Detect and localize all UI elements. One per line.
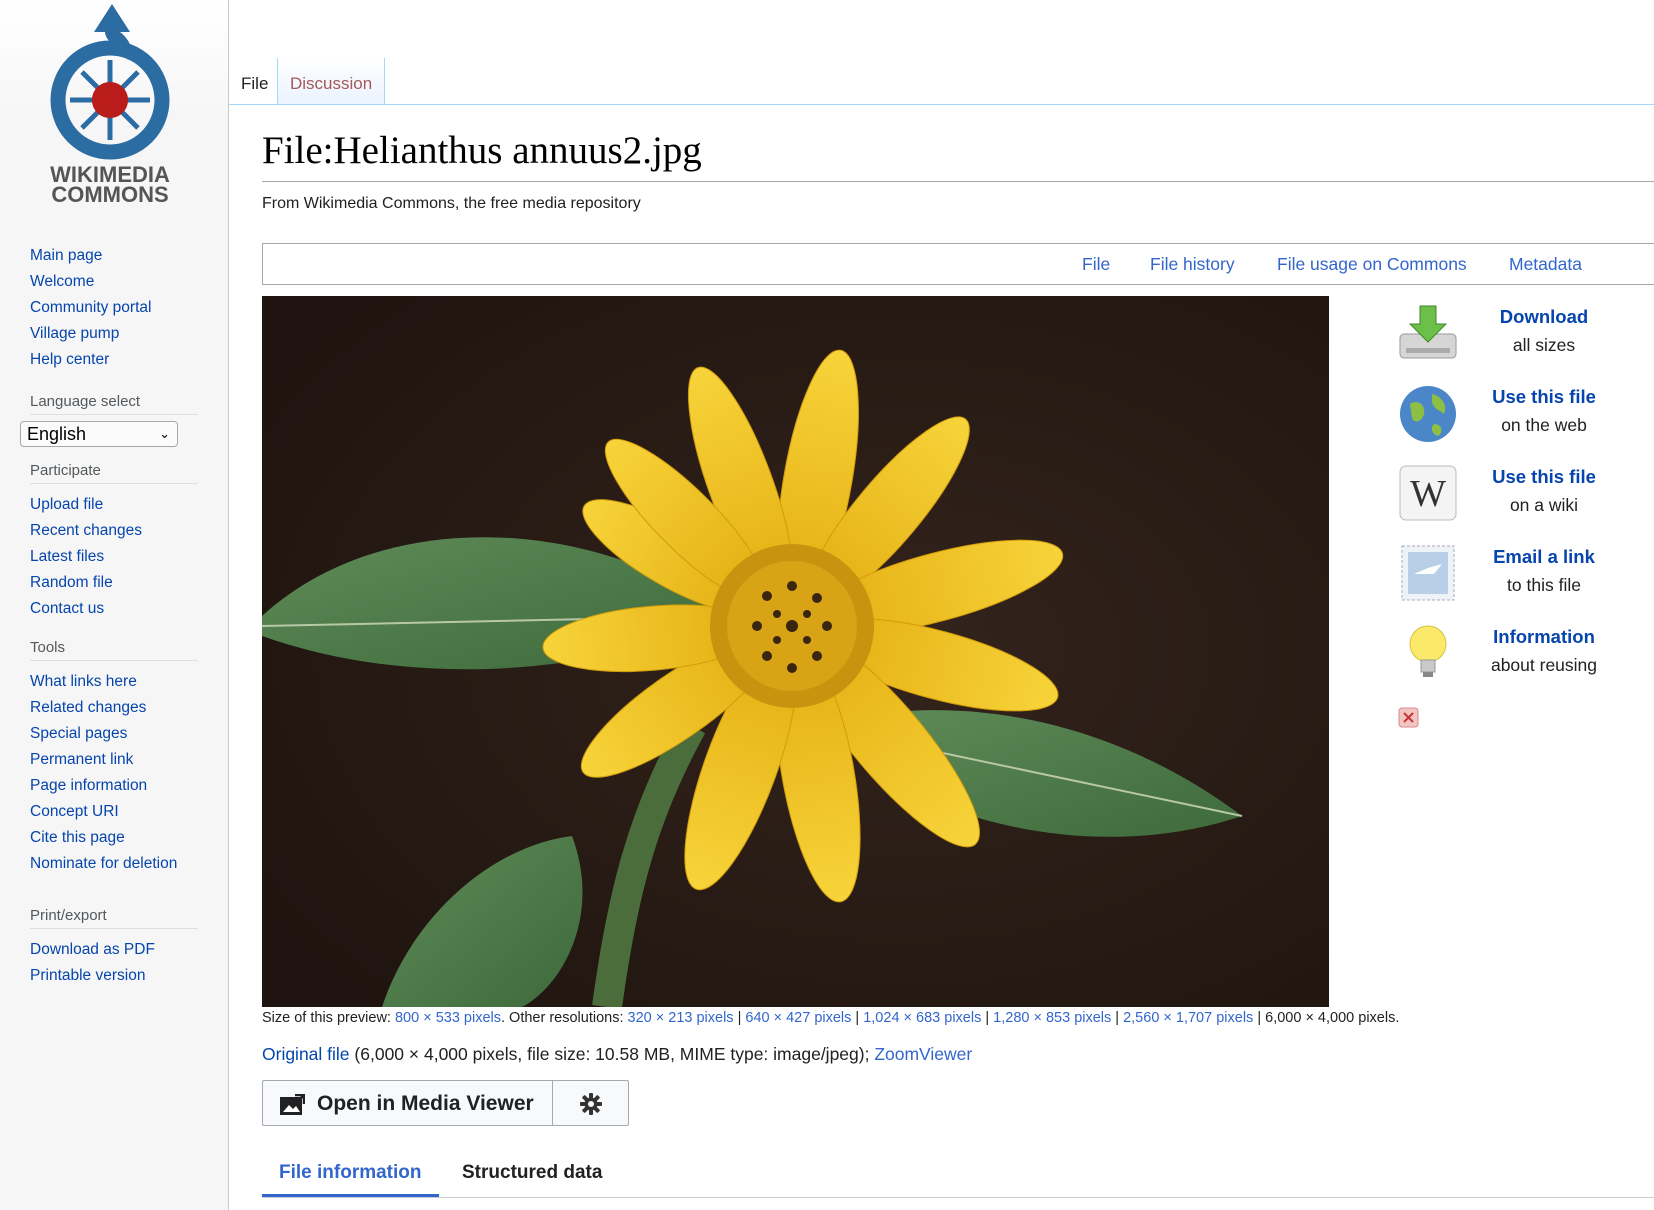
navigation-portal: Main page Welcome Community portal Villa… xyxy=(30,243,202,373)
nav-contact-us[interactable]: Contact us xyxy=(30,596,202,622)
download-icon xyxy=(1399,305,1457,359)
close-icon[interactable] xyxy=(1398,707,1419,728)
email-title: Email a link xyxy=(1493,546,1595,567)
file-preview-image[interactable] xyxy=(262,296,1329,1007)
resolution-link-2560[interactable]: 2,560 × 1,707 pixels xyxy=(1123,1010,1253,1026)
tool-cite-this-page[interactable]: Cite this page xyxy=(30,825,202,851)
print-heading: Print/export xyxy=(30,907,198,929)
gear-icon xyxy=(580,1093,602,1115)
tab-file[interactable]: File xyxy=(229,58,281,104)
use-on-wiki-button[interactable]: W Use this file on a wiki xyxy=(1396,460,1626,530)
use-wiki-title: Use this file xyxy=(1492,466,1596,487)
print-printable-version[interactable]: Printable version xyxy=(30,963,202,989)
chevron-down-icon: ⌄ xyxy=(159,426,170,441)
print-download-pdf[interactable]: Download as PDF xyxy=(30,937,202,963)
nav-village-pump[interactable]: Village pump xyxy=(30,321,202,347)
original-file-details: (6,000 × 4,000 pixels, file size: 10.58 … xyxy=(349,1044,875,1064)
information-subtitle: about reusing xyxy=(1490,655,1598,675)
title-divider xyxy=(262,181,1654,182)
tools-heading: Tools xyxy=(30,639,198,661)
email-subtitle: to this file xyxy=(1507,575,1581,595)
sidebar: WIKIMEDIA COMMONS Main page Welcome Comm… xyxy=(0,0,229,1210)
tool-related-changes[interactable]: Related changes xyxy=(30,695,202,721)
file-info-tabs: File information Structured data xyxy=(262,1152,1654,1198)
language-portal: Language select xyxy=(30,393,202,423)
use-wiki-subtitle: on a wiki xyxy=(1509,495,1579,515)
tab-structured-data[interactable]: Structured data xyxy=(462,1162,602,1194)
image-expand-icon xyxy=(280,1094,305,1115)
print-portal: Print/export Download as PDF Printable v… xyxy=(30,907,202,989)
email-link-button[interactable]: Email a link to this file xyxy=(1396,540,1626,610)
toc-file-link[interactable]: File xyxy=(1082,254,1110,275)
page-title: File:Helianthus annuus2.jpg xyxy=(262,129,702,172)
toc-file-history-link[interactable]: File history xyxy=(1150,254,1235,275)
nav-random-file[interactable]: Random file xyxy=(30,570,202,596)
resolution-link-1024[interactable]: 1,024 × 683 pixels xyxy=(863,1010,981,1026)
nav-latest-files[interactable]: Latest files xyxy=(30,544,202,570)
language-select[interactable]: English ⌄ xyxy=(20,421,178,447)
tool-concept-uri[interactable]: Concept URI xyxy=(30,799,202,825)
tab-discussion[interactable]: Discussion xyxy=(277,58,386,104)
nav-main-page[interactable]: Main page xyxy=(30,243,202,269)
tab-file-information[interactable]: File information xyxy=(262,1162,438,1197)
toc-file-usage-link[interactable]: File usage on Commons xyxy=(1277,254,1467,275)
download-subtitle: all sizes xyxy=(1512,335,1576,355)
site-tagline: From Wikimedia Commons, the free media r… xyxy=(262,195,641,212)
language-heading: Language select xyxy=(30,393,198,415)
page-tabs: File Discussion xyxy=(229,58,1654,105)
open-media-viewer-button[interactable]: Open in Media Viewer xyxy=(262,1080,553,1126)
commons-logo-mark xyxy=(50,4,170,160)
download-all-sizes-button[interactable]: Download all sizes xyxy=(1396,300,1626,370)
use-web-title: Use this file xyxy=(1492,386,1596,407)
lightbulb-icon xyxy=(1409,625,1447,677)
tool-special-pages[interactable]: Special pages xyxy=(30,721,202,747)
resolution-link-1280[interactable]: 1,280 × 853 pixels xyxy=(993,1010,1111,1026)
tool-what-links-here[interactable]: What links here xyxy=(30,669,202,695)
original-file-link[interactable]: Original file xyxy=(262,1044,350,1064)
wikimedia-commons-logo[interactable]: WIKIMEDIA COMMONS xyxy=(32,2,192,208)
wikipedia-icon: W xyxy=(1399,465,1457,521)
logo-line2: COMMONS xyxy=(51,182,168,207)
preview-prefix: Size of this preview: xyxy=(262,1010,395,1026)
use-on-web-button[interactable]: Use this file on the web xyxy=(1396,380,1626,450)
nav-help-center[interactable]: Help center xyxy=(30,347,202,373)
media-viewer-group: Open in Media Viewer xyxy=(262,1080,629,1126)
nav-recent-changes[interactable]: Recent changes xyxy=(30,518,202,544)
information-reusing-button[interactable]: Information about reusing xyxy=(1396,620,1626,690)
svg-text:W: W xyxy=(1410,473,1446,515)
preview-size-link[interactable]: 800 × 533 pixels xyxy=(395,1010,501,1026)
information-title: Information xyxy=(1493,626,1595,647)
use-web-subtitle: on the web xyxy=(1501,415,1587,435)
email-stamp-icon xyxy=(1401,545,1455,601)
media-viewer-settings-button[interactable] xyxy=(552,1080,629,1126)
nav-welcome[interactable]: Welcome xyxy=(30,269,202,295)
participate-portal: Participate Upload file Recent changes L… xyxy=(30,462,202,622)
toc-metadata-link[interactable]: Metadata xyxy=(1509,254,1582,275)
original-file-line: Original file (6,000 × 4,000 pixels, fil… xyxy=(262,1044,972,1065)
tool-nominate-for-deletion[interactable]: Nominate for deletion xyxy=(30,851,202,877)
resolution-link-640[interactable]: 640 × 427 pixels xyxy=(745,1010,851,1026)
language-select-value: English xyxy=(27,424,87,444)
zoomviewer-link[interactable]: ZoomViewer xyxy=(874,1044,972,1064)
tools-portal: Tools What links here Related changes Sp… xyxy=(30,639,202,877)
download-title: Download xyxy=(1499,306,1589,327)
nav-upload-file[interactable]: Upload file xyxy=(30,492,202,518)
globe-icon xyxy=(1400,386,1456,442)
resolution-link-320[interactable]: 320 × 213 pixels xyxy=(628,1010,734,1026)
full-resolution-text: 6,000 × 4,000 pixels. xyxy=(1265,1010,1400,1026)
nav-community-portal[interactable]: Community portal xyxy=(30,295,202,321)
tool-permanent-link[interactable]: Permanent link xyxy=(30,747,202,773)
file-toc-bar: File File history File usage on Commons … xyxy=(262,243,1654,285)
media-viewer-label: Open in Media Viewer xyxy=(317,1092,534,1115)
other-resolutions-label: . Other resolutions: xyxy=(501,1010,628,1026)
tool-page-information[interactable]: Page information xyxy=(30,773,202,799)
preview-resolutions: Size of this preview: 800 × 533 pixels. … xyxy=(262,1010,1400,1026)
participate-heading: Participate xyxy=(30,462,198,484)
